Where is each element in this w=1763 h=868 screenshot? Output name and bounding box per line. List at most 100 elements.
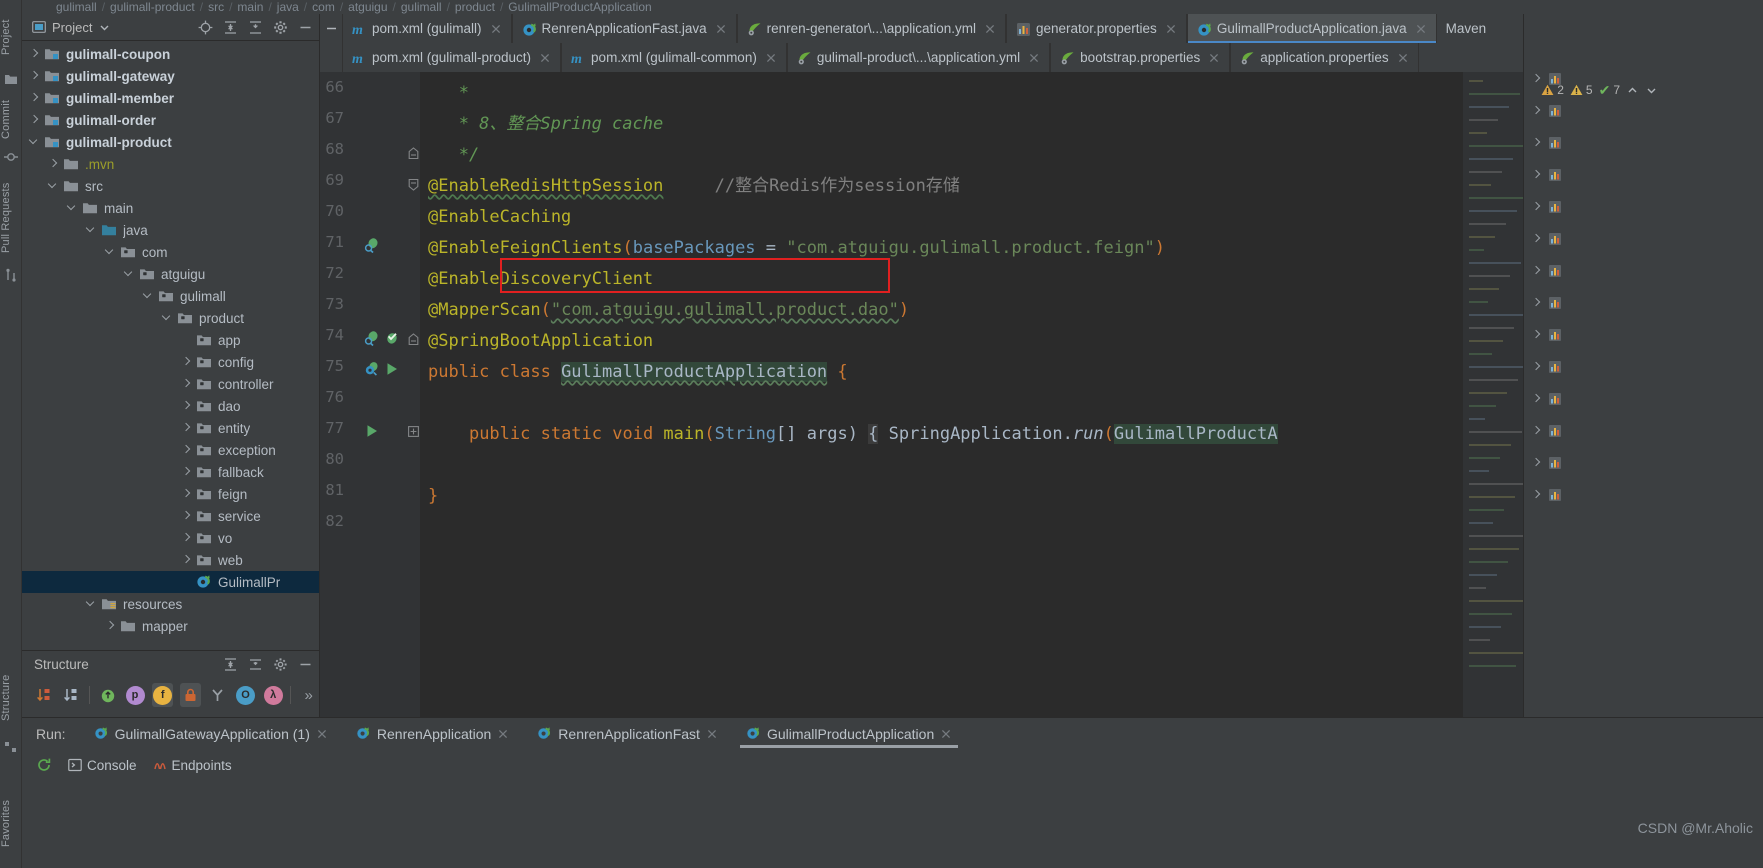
editor-tab-renren-generator-application-yml[interactable]: renren-generator\...\application.yml bbox=[736, 14, 1006, 43]
tree-node-gulimall-product[interactable]: gulimall-product bbox=[22, 131, 319, 153]
chevron-right-icon[interactable] bbox=[28, 47, 42, 61]
close-icon[interactable] bbox=[1208, 52, 1220, 64]
chevron-right-icon[interactable] bbox=[180, 487, 194, 501]
left-tab-pull-requests[interactable]: Pull Requests bbox=[0, 172, 22, 264]
ok-count[interactable]: ✔ 7 bbox=[1599, 82, 1620, 99]
show-non-public-icon[interactable] bbox=[179, 683, 201, 707]
spring-check-icon[interactable] bbox=[384, 330, 400, 346]
fold-marker[interactable] bbox=[408, 333, 419, 346]
chevron-right-icon[interactable] bbox=[180, 421, 194, 435]
maven-tab-label[interactable]: Maven bbox=[1436, 14, 1496, 43]
show-anonymous-icon[interactable]: O bbox=[235, 683, 256, 707]
editor-tab-bootstrap-properties[interactable]: bootstrap.properties bbox=[1050, 43, 1231, 72]
bean-icon[interactable] bbox=[364, 330, 380, 346]
tree-node-main[interactable]: main bbox=[22, 197, 319, 219]
tree-node-controller[interactable]: controller bbox=[22, 373, 319, 395]
chevron-right-icon[interactable] bbox=[1530, 233, 1542, 245]
tree-node-mapper[interactable]: mapper bbox=[22, 615, 319, 637]
run-tab-gulimallproductapplication[interactable]: GulimallProductApplication bbox=[732, 718, 966, 750]
tree-node-java[interactable]: java bbox=[22, 219, 319, 241]
more-icon[interactable]: » bbox=[298, 683, 319, 707]
maven-tree-row[interactable] bbox=[1524, 356, 1763, 378]
tree-node-gulimall-coupon[interactable]: gulimall-coupon bbox=[22, 43, 319, 65]
breadcrumb-item[interactable]: GulimallProductApplication bbox=[508, 0, 651, 14]
breadcrumb-item[interactable]: java bbox=[277, 0, 299, 14]
inspection-widget[interactable]: 2 5 ✔ 7 bbox=[1541, 78, 1658, 102]
run-subtab-console[interactable]: Console bbox=[68, 758, 137, 773]
chevron-down-icon[interactable] bbox=[142, 289, 156, 303]
code-line[interactable]: * 8、整合Spring cache bbox=[428, 109, 664, 140]
tree-node-feign[interactable]: feign bbox=[22, 483, 319, 505]
chevron-right-icon[interactable] bbox=[1530, 201, 1542, 213]
code-line[interactable]: public static void main(String[] args) {… bbox=[428, 419, 1278, 450]
tree-node-gulimallpr[interactable]: GulimallPr bbox=[22, 571, 319, 593]
chevron-right-icon[interactable] bbox=[1530, 105, 1542, 117]
editor-tab-renrenapplicationfast-java[interactable]: RenrenApplicationFast.java bbox=[511, 14, 737, 43]
tree-node-exception[interactable]: exception bbox=[22, 439, 319, 461]
editor-tab-pom-xml-gulimall-product-[interactable]: m pom.xml (gulimall-product) bbox=[342, 43, 562, 72]
tree-node-fallback[interactable]: fallback bbox=[22, 461, 319, 483]
project-tree[interactable]: gulimall-coupon gulimall-gateway gulimall-… bbox=[22, 41, 319, 650]
structure-toolbar[interactable]: p f Oλ » bbox=[22, 677, 319, 713]
bean-icon[interactable] bbox=[364, 237, 380, 253]
fold-marker[interactable] bbox=[408, 178, 419, 191]
tree-node-dao[interactable]: dao bbox=[22, 395, 319, 417]
chevron-right-icon[interactable] bbox=[28, 91, 42, 105]
breadcrumb-item[interactable]: src bbox=[208, 0, 224, 14]
maven-tree-row[interactable] bbox=[1524, 260, 1763, 282]
show-lambdas-icon[interactable]: λ bbox=[263, 683, 284, 707]
chevron-down-icon[interactable] bbox=[85, 223, 99, 237]
editor-gutter[interactable]: 66 67 68 69 70 71 72 73 74 75 76 77 80 81 82 bbox=[320, 72, 420, 717]
close-icon[interactable] bbox=[539, 52, 551, 64]
tree-node-src[interactable]: src bbox=[22, 175, 319, 197]
sort-alphabetically-icon[interactable] bbox=[62, 683, 83, 707]
sort-by-visibility-icon[interactable] bbox=[34, 683, 55, 707]
code-line[interactable]: @MapperScan("com.atguigu.gulimall.produc… bbox=[428, 295, 909, 326]
chevron-down-icon[interactable] bbox=[66, 201, 80, 215]
chevron-right-icon[interactable] bbox=[1530, 169, 1542, 181]
code-line[interactable]: public class GulimallProductApplication … bbox=[428, 357, 848, 388]
rerun-icon[interactable] bbox=[36, 757, 52, 773]
tree-node-product[interactable]: product bbox=[22, 307, 319, 329]
chevron-right-icon[interactable] bbox=[180, 509, 194, 523]
code-line[interactable]: * bbox=[428, 78, 469, 109]
left-tab-commit[interactable]: Commit bbox=[0, 92, 22, 146]
breadcrumb-item[interactable]: gulimall-product bbox=[110, 0, 195, 14]
tree-node-config[interactable]: config bbox=[22, 351, 319, 373]
maven-tree-row[interactable] bbox=[1524, 228, 1763, 250]
code-line[interactable]: */ bbox=[428, 140, 479, 171]
chevron-right-icon[interactable] bbox=[1530, 425, 1542, 437]
breadcrumb-item[interactable]: gulimall bbox=[56, 0, 97, 14]
chevron-right-icon[interactable] bbox=[180, 553, 194, 567]
tree-node-gulimall-member[interactable]: gulimall-member bbox=[22, 87, 319, 109]
show-inherited-icon[interactable] bbox=[97, 683, 118, 707]
chevron-right-icon[interactable] bbox=[1530, 73, 1542, 85]
close-icon[interactable] bbox=[940, 728, 952, 740]
expand-all-icon[interactable] bbox=[223, 657, 238, 672]
tree-node-entity[interactable]: entity bbox=[22, 417, 319, 439]
code-line[interactable]: @EnableFeignClients(basePackages = "com.… bbox=[428, 233, 1165, 264]
hide-editor-icon[interactable] bbox=[320, 14, 342, 43]
chevron-right-icon[interactable] bbox=[180, 443, 194, 457]
chevron-right-icon[interactable] bbox=[1530, 297, 1542, 309]
run-tab-renrenapplication[interactable]: RenrenApplication bbox=[342, 718, 523, 750]
editor-tab-pom-xml-gulimall-[interactable]: m pom.xml (gulimall) bbox=[342, 14, 512, 43]
chevron-right-icon[interactable] bbox=[1530, 361, 1542, 373]
run-icon[interactable] bbox=[364, 423, 380, 439]
spring-bean-icon[interactable] bbox=[364, 361, 380, 377]
left-tab-structure[interactable]: Structure bbox=[0, 662, 22, 734]
chevron-down-icon[interactable] bbox=[123, 267, 137, 281]
close-icon[interactable] bbox=[765, 52, 777, 64]
chevron-down-icon[interactable] bbox=[99, 22, 110, 33]
show-properties-icon[interactable]: p bbox=[125, 683, 146, 707]
breadcrumb-item[interactable]: com bbox=[312, 0, 335, 14]
chevron-right-icon[interactable] bbox=[180, 399, 194, 413]
maven-tree-row[interactable] bbox=[1524, 324, 1763, 346]
chevron-right-icon[interactable] bbox=[104, 619, 118, 633]
close-icon[interactable] bbox=[1397, 52, 1409, 64]
chevron-down-icon[interactable] bbox=[104, 245, 118, 259]
tree-node-app[interactable]: app bbox=[22, 329, 319, 351]
maven-tree-row[interactable] bbox=[1524, 420, 1763, 442]
chevron-right-icon[interactable] bbox=[1530, 329, 1542, 341]
chevron-right-icon[interactable] bbox=[28, 113, 42, 127]
